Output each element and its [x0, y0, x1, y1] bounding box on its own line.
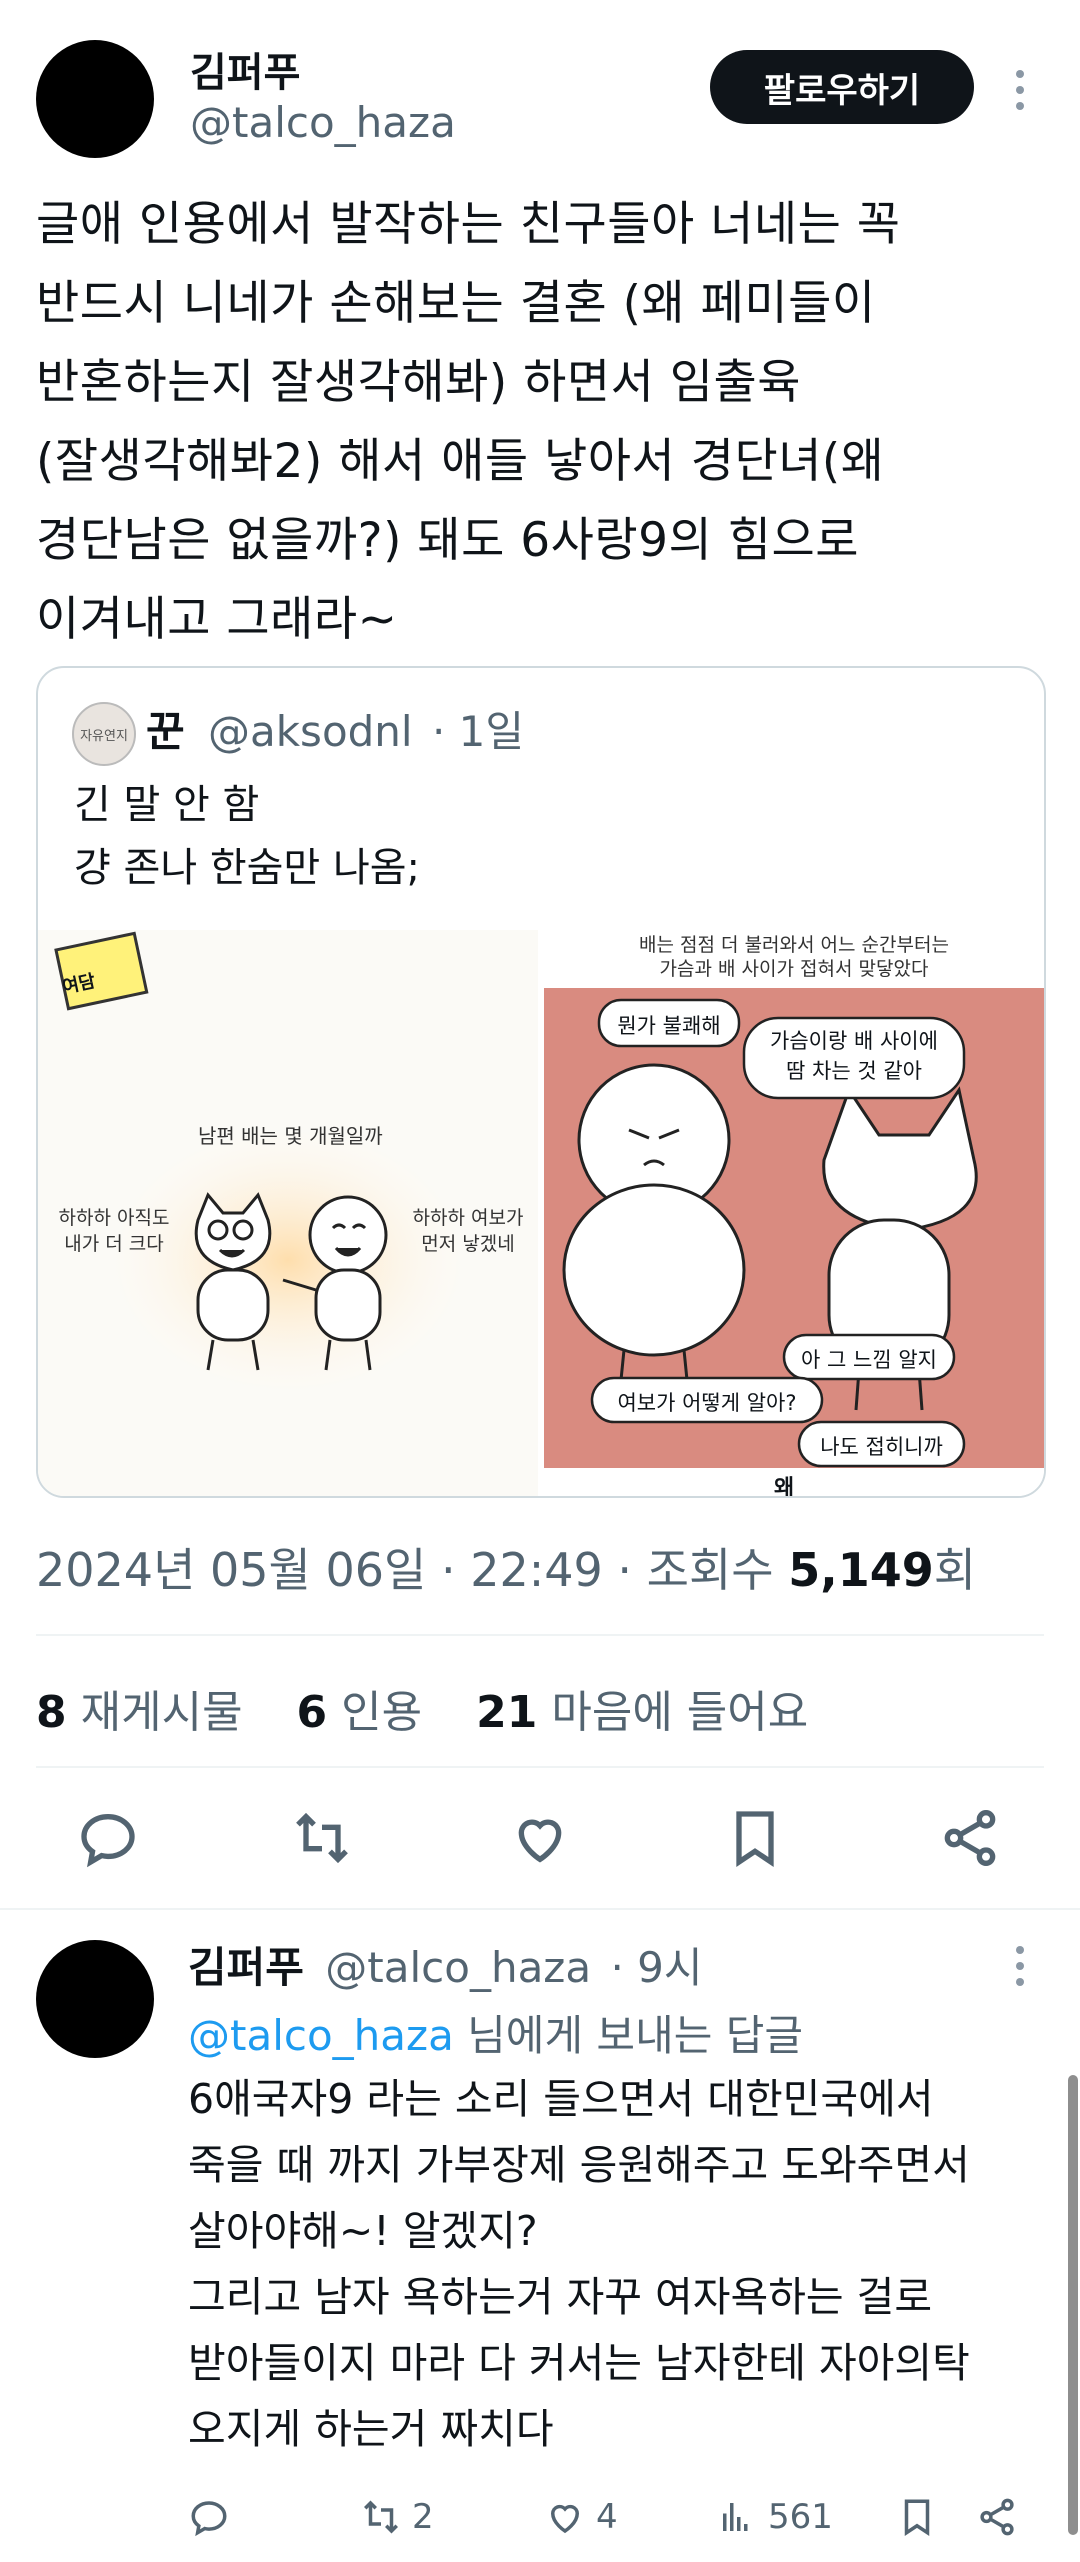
retweet-icon[interactable]	[290, 1806, 354, 1870]
comic-image-right[interactable]: 배는 점점 더 불러와서 어느 순간부터는 가슴과 배 사이가 접혀서 맞닿았다	[544, 930, 1044, 1496]
comic-bubble-4: 여보가 어떻게 알아?	[617, 1391, 797, 1415]
bookmark-icon[interactable]	[723, 1806, 787, 1870]
reply-like-count: 4	[596, 2497, 618, 2537]
comic-bubble-1: 뭔가 불쾌해	[617, 1014, 721, 1038]
author-handle[interactable]: @talco_haza	[190, 98, 456, 147]
reply-text: 6애국자9 라는 소리 들으면서 대한민국에서 죽을 때 까지 가부장제 응원해…	[188, 2075, 970, 2453]
quote-text: 긴 말 안 함 걍 존나 한숨만 나옴;	[74, 782, 421, 891]
quote-author-handle: @aksodnl	[208, 707, 413, 756]
tweet-meta: 2024년 05월 06일 · 22:49 · 조회수 5,149회	[36, 1534, 976, 1600]
reply-author-avatar[interactable]	[36, 1940, 154, 2058]
comic-image-left[interactable]: 여담 남편 배는 몇 개월일까 하하하 아직도 내가 더 크다 하하하 여보가 …	[38, 930, 538, 1496]
comic-left-speech-1: 하하하 아직도 내가 더 크다	[58, 1207, 170, 1255]
reply-retweet-count: 2	[412, 2497, 434, 2537]
reply-author-handle[interactable]: @talco_haza	[325, 1943, 591, 1992]
reply-time: · 9시	[610, 1943, 703, 1992]
follow-button[interactable]: 팔로우하기	[710, 50, 974, 124]
divider	[36, 1634, 1044, 1636]
tweet-text: 글애 인용에서 발작하는 친구들아 너네는 꼭 반드시 니네가 손해보는 결혼 …	[36, 197, 901, 647]
quotes-stat[interactable]: 6 인용	[297, 1687, 423, 1738]
quote-author-name: 꾼	[146, 707, 185, 756]
like-icon	[550, 2504, 580, 2534]
reply-bookmark-button[interactable]	[896, 2496, 938, 2538]
more-icon[interactable]	[1014, 1946, 1026, 1986]
reply-to-link[interactable]: @talco_haza	[188, 2011, 454, 2060]
share-icon	[980, 2498, 1014, 2536]
share-icon[interactable]	[938, 1806, 1002, 1870]
comic-bubble-3: 아 그 느낌 알지	[801, 1348, 937, 1372]
comic-left-speech-2: 하하하 여보가 먼저 낳겠네	[412, 1207, 524, 1255]
author-name[interactable]: 김퍼푸	[190, 40, 300, 98]
reply-share-button[interactable]	[976, 2496, 1018, 2538]
quote-header: 꾼 @aksodnl · 1일	[146, 698, 524, 759]
reply-author-name[interactable]: 김퍼푸	[188, 1943, 304, 1992]
likes-stat[interactable]: 21 마음에 들어요	[476, 1687, 808, 1738]
reply-reply-button[interactable]	[188, 2496, 230, 2538]
divider	[36, 1766, 1044, 1768]
views-icon	[723, 2503, 748, 2531]
thread-separator	[0, 1908, 1080, 1910]
tweet-stats: 8 재게시물 6 인용 21 마음에 들어요	[36, 1676, 848, 1740]
comic-left-caption: 남편 배는 몇 개월일까	[198, 1124, 383, 1148]
retweets-stat[interactable]: 8 재게시물	[36, 1687, 243, 1738]
reply-view-count: 561	[768, 2497, 833, 2537]
like-icon[interactable]	[508, 1806, 572, 1870]
quote-avatar[interactable]: 자유연지	[72, 702, 136, 766]
reply-views-button[interactable]: 561	[716, 2496, 833, 2538]
author-avatar[interactable]	[36, 40, 154, 158]
scrollbar[interactable]	[1068, 2075, 1078, 2535]
reply-icon[interactable]	[76, 1806, 140, 1870]
tweet-datetime: 2024년 05월 06일 · 22:49 · 조회수	[36, 1543, 789, 1597]
reply-retweet-button[interactable]: 2	[360, 2496, 434, 2538]
comic-bubble-2: 가슴이랑 배 사이에 땀 차는 것 같아	[770, 1029, 938, 1083]
comic-bubble-5: 나도 접히니까	[820, 1435, 943, 1459]
comic-bottom-text: 왜	[774, 1476, 795, 1498]
retweet-icon	[364, 2500, 398, 2534]
reply-header: 김퍼푸 @talco_haza · 9시	[188, 1934, 703, 1995]
more-icon[interactable]	[1014, 70, 1026, 110]
quote-time: · 1일	[431, 707, 525, 756]
bookmark-icon	[904, 2499, 930, 2537]
view-count: 5,149	[788, 1543, 934, 1597]
reply-icon	[191, 2501, 227, 2537]
reply-like-button[interactable]: 4	[544, 2496, 618, 2538]
replying-to: @talco_haza 님에게 보내는 답글	[188, 2011, 803, 2060]
quoted-tweet[interactable]: 자유연지 꾼 @aksodnl · 1일 긴 말 안 함 걍 존나 한숨만 나옴…	[36, 666, 1046, 1498]
view-suffix: 회	[933, 1543, 977, 1597]
